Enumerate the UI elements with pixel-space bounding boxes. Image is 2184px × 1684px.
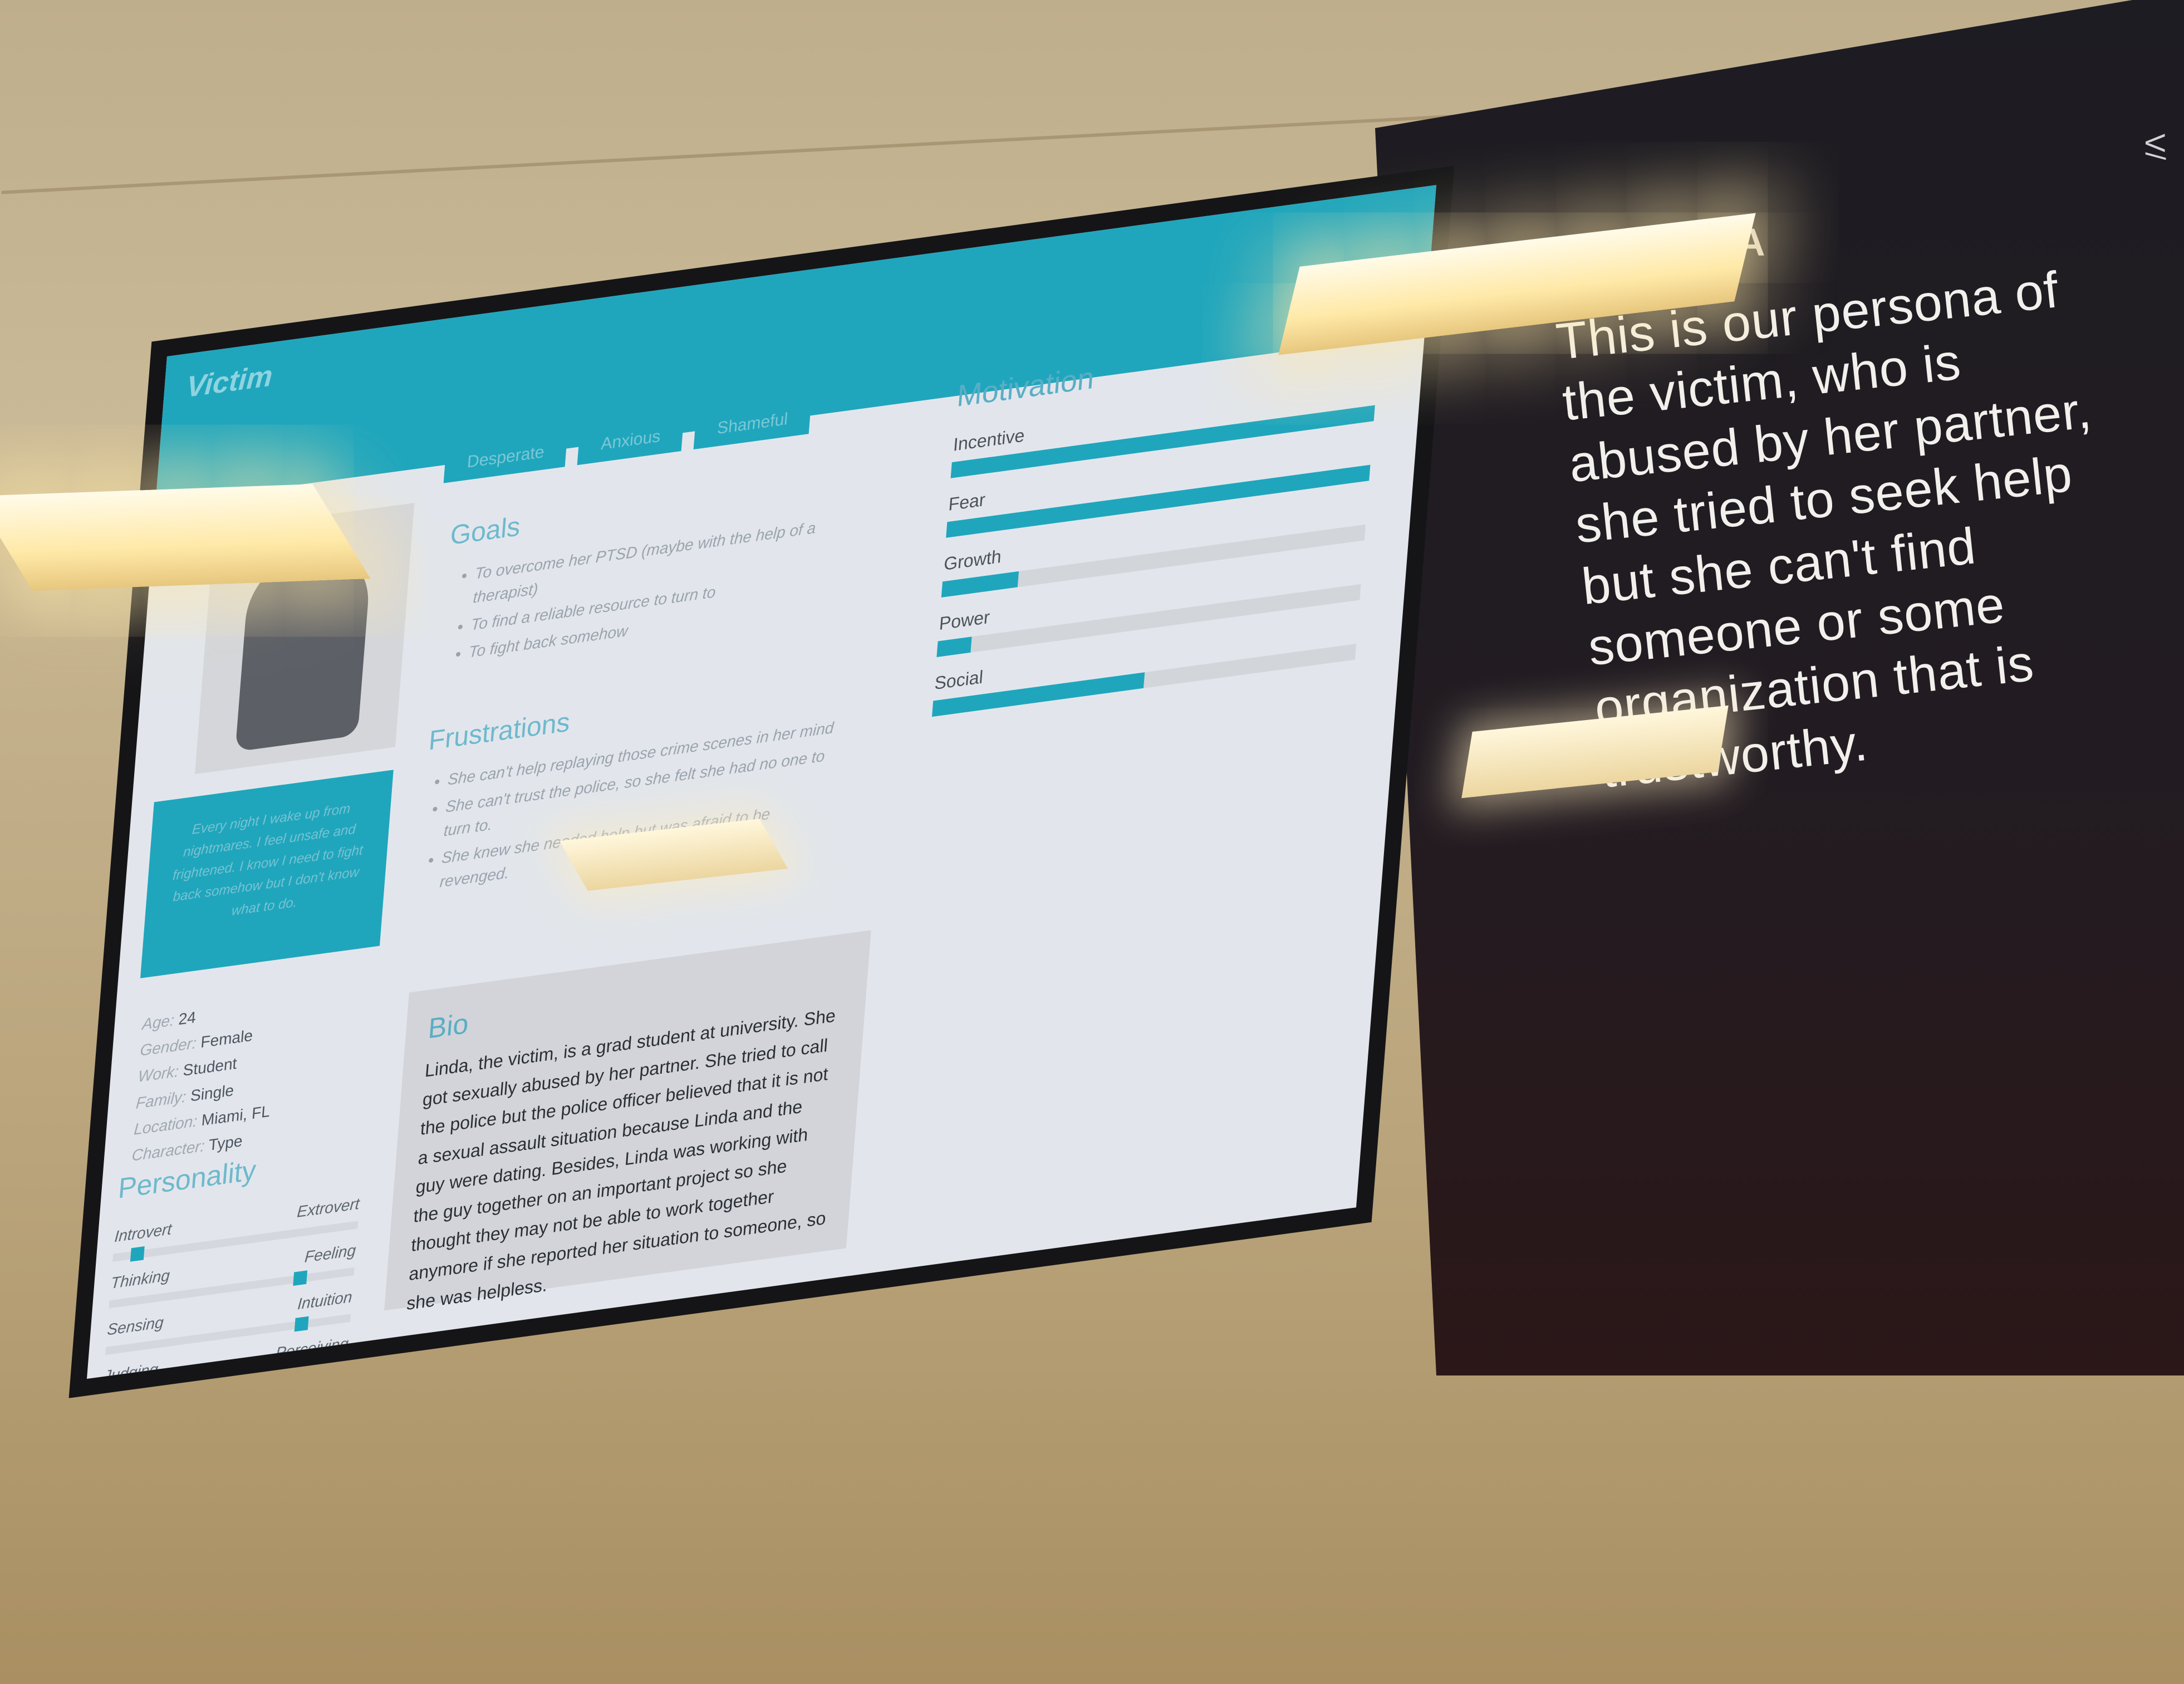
goals-title: Goals bbox=[449, 511, 522, 551]
bio-section: Bio Linda, the victim, is a grad student… bbox=[384, 930, 871, 1314]
motivation-section: Motivation Incentive Fear Growth Power S… bbox=[931, 322, 1382, 733]
light-reflection bbox=[0, 484, 371, 591]
trait-marker bbox=[130, 1246, 145, 1262]
frustrations-title: Frustrations bbox=[428, 707, 571, 756]
bio-text: Linda, the victim, is a grad student at … bbox=[406, 1005, 837, 1314]
panel-logo-icon: V/ bbox=[2139, 134, 2171, 160]
personality-section: Personality Introvert Extrovert Thinking… bbox=[101, 1139, 365, 1379]
motivation-bar bbox=[941, 571, 1019, 598]
trait-marker bbox=[294, 1316, 309, 1332]
demographics: Age: 24 Gender: Female Work: Student Fam… bbox=[131, 993, 279, 1169]
trait-marker bbox=[293, 1270, 308, 1286]
trait-right-label: Extrovert bbox=[296, 1195, 360, 1221]
trait-marker bbox=[242, 1369, 257, 1379]
motivation-bar bbox=[936, 637, 972, 657]
persona-quote: Every night I wake up from nightmares. I… bbox=[140, 770, 394, 978]
trait-left-label: Introvert bbox=[114, 1220, 173, 1246]
persona-slide: Victim Desperate Anxious Shameful Every … bbox=[87, 185, 1436, 1379]
